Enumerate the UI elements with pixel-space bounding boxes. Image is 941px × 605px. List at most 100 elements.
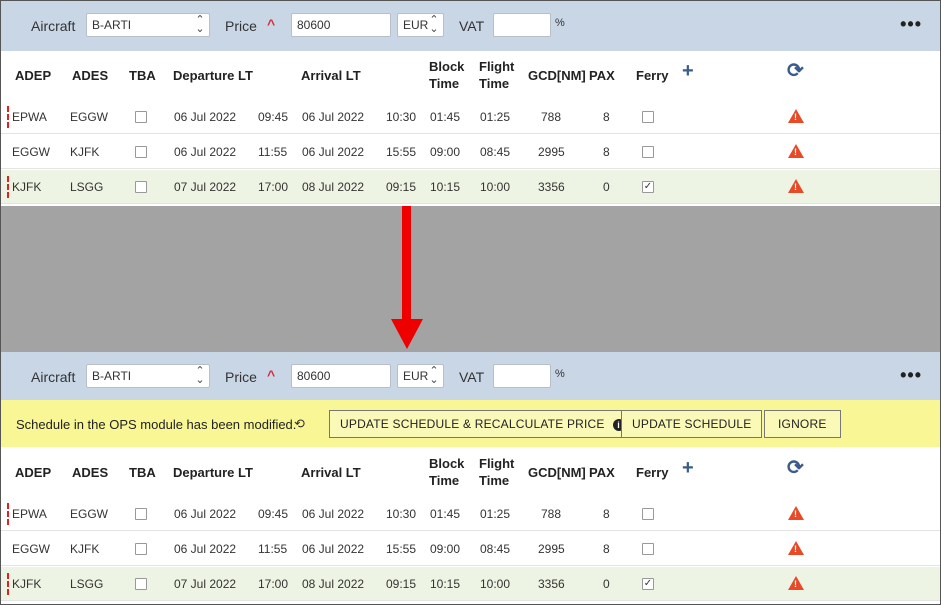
schedule-modified-banner: Schedule in the OPS module has been modi… <box>1 400 940 447</box>
price-input[interactable]: 80600 <box>291 364 391 388</box>
chevron-up-icon[interactable]: ^ <box>267 367 275 383</box>
ferry-checkbox[interactable]: ✓ <box>642 578 654 590</box>
cell-arr-time: 15:55 <box>386 145 417 159</box>
cell-adep: KJFK <box>12 180 42 194</box>
table-row[interactable]: KJFK LSGG 07 Jul 2022 17:00 08 Jul 2022 … <box>1 567 940 601</box>
ferry-checkbox[interactable]: ✓ <box>642 181 654 193</box>
cell-arr-time: 09:15 <box>386 180 417 194</box>
ferry-checkbox[interactable] <box>642 146 654 158</box>
col-tba: TBA <box>129 465 156 480</box>
col-ferry: Ferry <box>636 465 669 480</box>
cell-gcd: 788 <box>541 507 562 521</box>
refresh-icon[interactable]: ⟳ <box>787 61 804 81</box>
cell-dep-date: 06 Jul 2022 <box>174 542 237 556</box>
vat-input[interactable] <box>493 13 551 37</box>
cell-dep-time: 17:00 <box>258 180 289 194</box>
update-recalculate-button[interactable]: UPDATE SCHEDULE & RECALCULATE PRICE i <box>329 410 636 438</box>
col-pax: PAX <box>589 68 615 83</box>
cell-gcd: 3356 <box>538 577 565 591</box>
currency-value: EUR <box>403 18 429 32</box>
aircraft-label: Aircraft <box>31 369 76 385</box>
cell-block: 09:00 <box>430 145 461 159</box>
price-input[interactable]: 80600 <box>291 13 391 37</box>
col-adep: ADEP <box>15 68 52 83</box>
ferry-checkbox[interactable] <box>642 543 654 555</box>
col-pax: PAX <box>589 465 615 480</box>
cell-dep-date: 07 Jul 2022 <box>174 180 237 194</box>
banner-message: Schedule in the OPS module has been modi… <box>16 417 297 432</box>
warning-icon[interactable]: ! <box>788 109 804 123</box>
leg-marker <box>7 106 9 128</box>
more-options-icon[interactable]: ••• <box>900 365 922 386</box>
select-chevron-icon: ⌃ ⌄ <box>195 365 205 386</box>
select-chevron-icon: ⌃ ⌄ <box>429 365 439 386</box>
bottom-toolbar: Aircraft B-ARTI ⌃ ⌄ Price ^ 80600 EUR ⌃ ⌄ … <box>1 352 940 402</box>
update-schedule-label: UPDATE SCHEDULE <box>632 417 752 431</box>
cell-adep: KJFK <box>12 577 42 591</box>
cell-gcd: 788 <box>541 110 562 124</box>
col-block-time: Block Time <box>429 58 464 92</box>
col-block-line1: Block <box>429 456 465 471</box>
separator-band <box>1 206 940 352</box>
col-ferry: Ferry <box>636 68 669 83</box>
add-row-icon[interactable]: + <box>682 61 694 81</box>
warning-icon[interactable]: ! <box>788 506 804 520</box>
ignore-button[interactable]: IGNORE <box>764 410 841 438</box>
col-flight-line1: Flight <box>479 59 515 74</box>
price-value: 80600 <box>297 18 331 32</box>
ferry-checkbox[interactable] <box>642 111 654 123</box>
table-row[interactable]: EGGW KJFK 06 Jul 2022 11:55 06 Jul 2022 … <box>1 532 940 566</box>
add-row-icon[interactable]: + <box>682 458 694 478</box>
currency-select[interactable]: EUR ⌃ ⌄ <box>397 364 444 388</box>
cell-arr-time: 09:15 <box>386 577 417 591</box>
cell-adep: EPWA <box>12 110 47 124</box>
aircraft-select[interactable]: B-ARTI ⌃ ⌄ <box>86 13 210 37</box>
aircraft-select[interactable]: B-ARTI ⌃ ⌄ <box>86 364 210 388</box>
warning-icon[interactable]: ! <box>788 144 804 158</box>
cell-block: 10:15 <box>430 577 461 591</box>
col-departure: Departure LT <box>173 465 253 480</box>
cell-ades: LSGG <box>70 180 104 194</box>
cell-flight: 08:45 <box>480 145 511 159</box>
tba-checkbox[interactable] <box>135 543 147 555</box>
table-row[interactable]: EPWA EGGW 06 Jul 2022 09:45 06 Jul 2022 … <box>1 497 940 531</box>
ferry-checkbox[interactable] <box>642 508 654 520</box>
col-flight-time: Flight Time <box>479 58 514 92</box>
tba-checkbox[interactable] <box>135 181 147 193</box>
table-row[interactable]: EPWA EGGW 06 Jul 2022 09:45 06 Jul 2022 … <box>1 100 940 134</box>
history-icon[interactable]: ⟲ <box>294 416 305 432</box>
tba-checkbox[interactable] <box>135 578 147 590</box>
warning-icon[interactable]: ! <box>788 179 804 193</box>
currency-select[interactable]: EUR ⌃ ⌄ <box>397 13 444 37</box>
table-row[interactable]: KJFK LSGG 07 Jul 2022 17:00 08 Jul 2022 … <box>1 170 940 204</box>
percent-sign: % <box>555 17 565 29</box>
price-label: Price <box>225 369 257 385</box>
cell-arr-date: 06 Jul 2022 <box>302 145 365 159</box>
tba-checkbox[interactable] <box>135 508 147 520</box>
cell-arr-time: 15:55 <box>386 542 417 556</box>
cell-block: 01:45 <box>430 507 461 521</box>
col-ades: ADES <box>72 465 109 480</box>
col-arrival: Arrival LT <box>301 68 361 83</box>
update-schedule-button[interactable]: UPDATE SCHEDULE <box>621 410 763 438</box>
select-chevron-icon: ⌃ ⌄ <box>429 14 439 35</box>
cell-flight: 01:25 <box>480 507 511 521</box>
cell-dep-date: 07 Jul 2022 <box>174 577 237 591</box>
cell-flight: 01:25 <box>480 110 511 124</box>
cell-pax: 8 <box>603 145 610 159</box>
vat-input[interactable] <box>493 364 551 388</box>
refresh-icon[interactable]: ⟳ <box>787 458 804 478</box>
warning-icon[interactable]: ! <box>788 576 804 590</box>
table-row[interactable]: EGGW KJFK 06 Jul 2022 11:55 06 Jul 2022 … <box>1 135 940 169</box>
cell-dep-date: 06 Jul 2022 <box>174 507 237 521</box>
cell-gcd: 2995 <box>538 145 565 159</box>
cell-gcd: 2995 <box>538 542 565 556</box>
cell-pax: 0 <box>603 577 610 591</box>
warning-icon[interactable]: ! <box>788 541 804 555</box>
chevron-up-icon[interactable]: ^ <box>267 16 275 32</box>
cell-block: 10:15 <box>430 180 461 194</box>
cell-flight: 10:00 <box>480 577 511 591</box>
tba-checkbox[interactable] <box>135 146 147 158</box>
tba-checkbox[interactable] <box>135 111 147 123</box>
more-options-icon[interactable]: ••• <box>900 14 922 35</box>
